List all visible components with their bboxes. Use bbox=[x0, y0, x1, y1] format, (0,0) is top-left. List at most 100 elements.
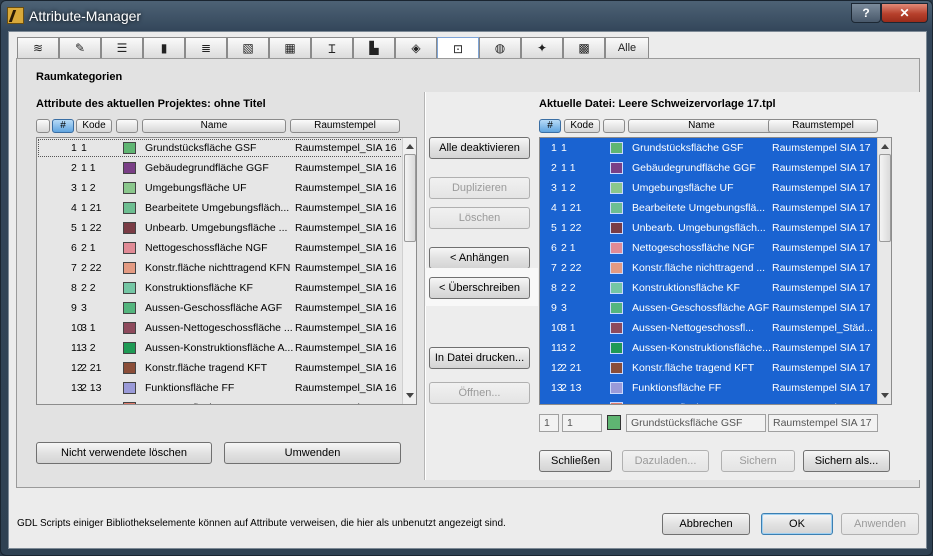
duplicate-button[interactable]: Duplizieren bbox=[429, 177, 530, 199]
table-row[interactable]: 4 1 21 Bearbeitete Umgebungsflä... Raumstem… bbox=[540, 198, 891, 218]
row-number: 7 bbox=[551, 262, 557, 274]
left-attribute-list[interactable]: 1 1 Grundstücksfläche GSF Raumstempel_SIA 1… bbox=[36, 137, 417, 405]
table-row[interactable]: 9 3 Aussen-Geschossfläche AGF Raumstempel S… bbox=[540, 298, 891, 318]
table-row[interactable]: 6 2 1 Nettogeschossfläche NGF Raumstempel S… bbox=[540, 238, 891, 258]
table-row[interactable]: 2 1 1 Gebäudegrundfläche GGF Raumstempel SI… bbox=[540, 158, 891, 178]
tab-mep[interactable]: ✦ bbox=[521, 37, 563, 58]
edit-code-field[interactable]: 1 bbox=[562, 414, 602, 432]
table-row[interactable]: 1 1 Grundstücksfläche GSF Raumstempel SIA 1… bbox=[540, 138, 891, 158]
table-row[interactable]: 5 1 22 Unbearb. Umgebungsfläche ... Raumste… bbox=[37, 218, 416, 238]
table-row[interactable]: 13 2 13 Funktionsfläche FF Raumstempel SIA … bbox=[540, 378, 891, 398]
tab-all[interactable]: Alle bbox=[605, 37, 649, 58]
row-name: Grundstücksfläche GSF bbox=[632, 142, 744, 154]
tab-zones[interactable]: Ɪ bbox=[311, 37, 353, 58]
table-row[interactable]: 1 1 Grundstücksfläche GSF Raumstempel_SIA 1… bbox=[37, 138, 416, 158]
tab-fill[interactable]: ▮ bbox=[143, 37, 185, 58]
close-file-button[interactable]: Schließen bbox=[539, 450, 612, 472]
tab-surfaces[interactable]: ▦ bbox=[269, 37, 311, 58]
table-row[interactable]: 12 2 21 Konstr.fläche tragend KFT Raumstemp… bbox=[37, 358, 416, 378]
print-to-file-button[interactable]: In Datei drucken... bbox=[429, 347, 530, 369]
close-window-button[interactable]: ✕ bbox=[881, 3, 928, 23]
left-name-header[interactable]: Name bbox=[142, 119, 286, 133]
table-row[interactable]: 10 3 1 Aussen-Nettogeschossfläche ... Raums… bbox=[37, 318, 416, 338]
table-row[interactable]: 6 2 1 Nettogeschossfläche NGF Raumstempel_S… bbox=[37, 238, 416, 258]
table-row[interactable]: 4 1 21 Bearbeitete Umgebungsfläch... Raumst… bbox=[37, 198, 416, 218]
right-scroll-thumb[interactable] bbox=[879, 154, 891, 242]
save-as-button[interactable]: Sichern als... bbox=[803, 450, 890, 472]
scroll-up-icon[interactable] bbox=[406, 144, 414, 149]
tab-profiles[interactable]: ▧ bbox=[227, 37, 269, 58]
table-row[interactable]: 7 2 22 Konstr.fläche nichttragend ... Raums… bbox=[540, 258, 891, 278]
table-row[interactable]: 5 1 22 Unbearb. Umgebungsfläch... Raumstemp… bbox=[540, 218, 891, 238]
right-num-header[interactable]: # bbox=[539, 119, 561, 133]
row-stamp: Raumstempel SIA 17 bbox=[772, 262, 871, 274]
tab-zone-categories[interactable]: ⊡ bbox=[437, 37, 479, 59]
table-row[interactable]: 7 2 22 Konstr.fläche nichttragend KFN Raums… bbox=[37, 258, 416, 278]
append-button[interactable]: < Anhängen bbox=[429, 247, 530, 269]
table-row[interactable]: 3 1 2 Umgebungsfläche UF Raumstempel_SIA 16 bbox=[37, 178, 416, 198]
apply-left-button[interactable]: Umwenden bbox=[224, 442, 401, 464]
row-code: 1 2 bbox=[561, 182, 576, 194]
scroll-down-icon[interactable] bbox=[881, 393, 889, 398]
left-color-header[interactable] bbox=[116, 119, 138, 133]
table-row[interactable]: 12 2 21 Konstr.fläche tragend KFT Raumstemp… bbox=[540, 358, 891, 378]
title-bar[interactable]: Attribute-Manager ? ✕ bbox=[1, 1, 932, 31]
scroll-up-icon[interactable] bbox=[881, 144, 889, 149]
table-row[interactable]: 9 3 Aussen-Geschossfläche AGF Raumstempel_S… bbox=[37, 298, 416, 318]
save-button[interactable]: Sichern bbox=[721, 450, 795, 472]
color-swatch bbox=[123, 342, 136, 354]
delete-button[interactable]: Löschen bbox=[429, 207, 530, 229]
right-stamp-header[interactable]: Raumstempel bbox=[768, 119, 878, 133]
edit-stamp-field[interactable]: Raumstempel SIA 17 bbox=[768, 414, 878, 432]
tab-globe[interactable]: ◍ bbox=[479, 37, 521, 58]
apply-button[interactable]: Anwenden bbox=[841, 513, 919, 535]
edit-name-field[interactable]: Grundstücksfläche GSF bbox=[626, 414, 766, 432]
tab-building-materials[interactable]: ▙ bbox=[353, 37, 395, 58]
table-row[interactable]: 10 3 1 Aussen-Nettogeschossfl... Raumstempe… bbox=[540, 318, 891, 338]
delete-unused-button[interactable]: Nicht verwendete löschen bbox=[36, 442, 212, 464]
table-row[interactable]: 3 1 2 Umgebungsfläche UF Raumstempel SIA 17 bbox=[540, 178, 891, 198]
right-name-header[interactable]: Name bbox=[628, 119, 775, 133]
tab-markup[interactable]: ▩ bbox=[563, 37, 605, 58]
scroll-down-icon[interactable] bbox=[406, 393, 414, 398]
edit-num-field[interactable]: 1 bbox=[539, 414, 559, 432]
ok-button[interactable]: OK bbox=[761, 513, 833, 535]
table-row[interactable]: 11 3 2 Aussen-Konstruktionsfläche... Raumst… bbox=[540, 338, 891, 358]
left-code-header[interactable]: Kode bbox=[76, 119, 112, 133]
row-code: 2 21 bbox=[561, 362, 582, 374]
left-stamp-header[interactable]: Raumstempel bbox=[290, 119, 400, 133]
left-num-header[interactable]: # bbox=[52, 119, 74, 133]
table-row[interactable]: 142 111Hauptnutzfläche HNFRaumstempel SI… bbox=[540, 398, 891, 404]
left-scrollbar[interactable] bbox=[402, 138, 416, 404]
right-color-header[interactable] bbox=[603, 119, 625, 133]
edit-color-swatch[interactable] bbox=[607, 415, 621, 430]
left-scroll-thumb[interactable] bbox=[404, 154, 416, 242]
cancel-button[interactable]: Abbrechen bbox=[662, 513, 750, 535]
tab-layers[interactable]: ≋ bbox=[17, 37, 59, 58]
right-scrollbar[interactable] bbox=[877, 138, 891, 404]
color-swatch bbox=[610, 182, 623, 194]
open-button[interactable]: Öffnen... bbox=[429, 382, 530, 404]
table-row[interactable]: 8 2 2 Konstruktionsfläche KF Raumstempel_SI… bbox=[37, 278, 416, 298]
pens-icon: ✎ bbox=[74, 41, 86, 55]
table-row[interactable]: 142 111Hauptnutzfläche HNFRaumstempel_SI… bbox=[37, 398, 416, 404]
tab-linetypes[interactable]: ☰ bbox=[101, 37, 143, 58]
right-attribute-list[interactable]: 1 1 Grundstücksfläche GSF Raumstempel SIA 1… bbox=[539, 137, 892, 405]
help-button[interactable]: ? bbox=[851, 3, 881, 23]
table-row[interactable]: 8 2 2 Konstruktionsfläche KF Raumstempel SI… bbox=[540, 278, 891, 298]
right-code-header[interactable]: Kode bbox=[564, 119, 600, 133]
overwrite-button[interactable]: < Überschreiben bbox=[429, 277, 530, 299]
row-stamp: Raumstempel_SIA 16 bbox=[295, 362, 397, 374]
tab-pens[interactable]: ✎ bbox=[59, 37, 101, 58]
row-stamp: Raumstempel_SIA 16 bbox=[295, 302, 397, 314]
load-more-button[interactable]: Dazuladen... bbox=[622, 450, 709, 472]
left-check-header[interactable] bbox=[36, 119, 50, 133]
markup-icon: ▩ bbox=[578, 41, 590, 55]
table-row[interactable]: 11 3 2 Aussen-Konstruktionsfläche A... Raum… bbox=[37, 338, 416, 358]
table-row[interactable]: 2 1 1 Gebäudegrundfläche GGF Raumstempel_SI… bbox=[37, 158, 416, 178]
tab-composites[interactable]: ≣ bbox=[185, 37, 227, 58]
row-code: 3 bbox=[81, 302, 87, 314]
table-row[interactable]: 13 2 13 Funktionsfläche FF Raumstempel_SIA … bbox=[37, 378, 416, 398]
deactivate-all-button[interactable]: Alle deaktivieren bbox=[429, 137, 530, 159]
tab-cube[interactable]: ◈ bbox=[395, 37, 437, 58]
